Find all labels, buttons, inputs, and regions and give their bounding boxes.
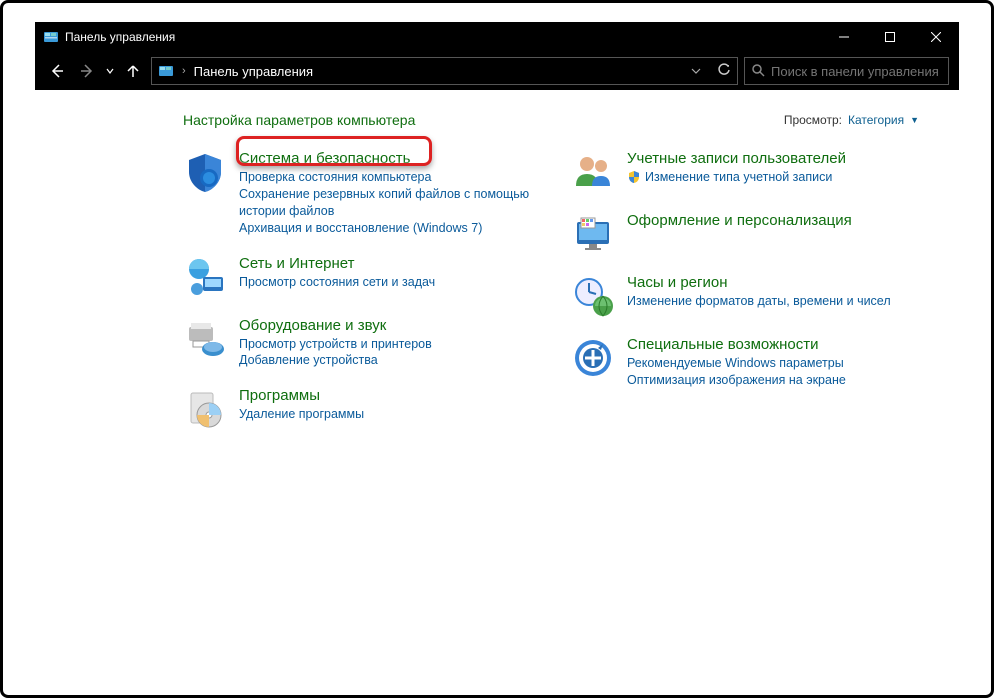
category-sublink[interactable]: Рекомендуемые Windows параметры xyxy=(627,355,846,372)
category-hardware: Оборудование и звук Просмотр устройств и… xyxy=(183,317,531,370)
category-sublink[interactable]: Добавление устройства xyxy=(239,352,432,369)
up-button[interactable] xyxy=(121,59,145,83)
category-sublink[interactable]: Проверка состояния компьютера xyxy=(239,169,531,186)
view-value[interactable]: Категория xyxy=(848,113,904,127)
control-panel-icon xyxy=(43,29,59,45)
history-dropdown[interactable] xyxy=(105,59,115,83)
search-bar[interactable] xyxy=(744,57,949,85)
view-by-selector[interactable]: Просмотр: Категория ▼ xyxy=(784,113,919,127)
category-title[interactable]: Программы xyxy=(239,387,364,404)
category-network: Сеть и Интернет Просмотр состояния сети … xyxy=(183,255,531,299)
category-user-accounts: Учетные записи пользователей Изменение т… xyxy=(571,150,919,194)
navigation-bar: › Панель управления xyxy=(35,52,959,90)
category-sublink[interactable]: Сохранение резервных копий файлов с помо… xyxy=(239,186,531,220)
users-icon xyxy=(571,150,615,194)
minimize-button[interactable] xyxy=(821,22,867,52)
uac-shield-icon xyxy=(627,170,641,184)
window-title: Панель управления xyxy=(65,30,821,44)
disc-box-icon xyxy=(183,387,227,431)
category-title[interactable]: Оформление и персонализация xyxy=(627,212,852,229)
control-panel-icon xyxy=(158,63,174,79)
close-button[interactable] xyxy=(913,22,959,52)
address-dropdown-icon[interactable] xyxy=(691,64,701,79)
category-title[interactable]: Система и безопасность xyxy=(239,150,531,167)
maximize-button[interactable] xyxy=(867,22,913,52)
printer-device-icon xyxy=(183,317,227,361)
category-programs: Программы Удаление программы xyxy=(183,387,531,431)
shield-icon xyxy=(183,150,227,194)
category-system-security: Система и безопасность Проверка состояни… xyxy=(183,150,531,237)
category-title[interactable]: Сеть и Интернет xyxy=(239,255,435,272)
category-title[interactable]: Учетные записи пользователей xyxy=(627,150,846,167)
back-button[interactable] xyxy=(45,59,69,83)
category-appearance: Оформление и персонализация xyxy=(571,212,919,256)
category-sublink[interactable]: Архивация и восстановление (Windows 7) xyxy=(239,220,531,237)
category-sublink[interactable]: Оптимизация изображения на экране xyxy=(627,372,846,389)
forward-button[interactable] xyxy=(75,59,99,83)
category-sublink[interactable]: Изменение форматов даты, времени и чисел xyxy=(627,293,891,310)
category-ease-of-access: Специальные возможности Рекомендуемые Wi… xyxy=(571,336,919,389)
search-input[interactable] xyxy=(771,64,942,79)
title-bar: Панель управления xyxy=(35,22,959,52)
search-icon xyxy=(751,63,765,80)
view-label: Просмотр: xyxy=(784,113,842,127)
ease-of-access-icon xyxy=(571,336,615,380)
breadcrumb[interactable]: Панель управления xyxy=(194,64,313,79)
address-bar[interactable]: › Панель управления xyxy=(151,57,738,85)
refresh-button[interactable] xyxy=(717,63,731,80)
category-sublink[interactable]: Изменение типа учетной записи xyxy=(645,169,832,186)
monitor-personalize-icon xyxy=(571,212,615,256)
globe-network-icon xyxy=(183,255,227,299)
category-sublink[interactable]: Просмотр состояния сети и задач xyxy=(239,274,435,291)
clock-globe-icon xyxy=(571,274,615,318)
chevron-down-icon: ▼ xyxy=(910,115,919,125)
category-title[interactable]: Специальные возможности xyxy=(627,336,846,353)
category-clock-region: Часы и регион Изменение форматов даты, в… xyxy=(571,274,919,318)
chevron-right-icon: › xyxy=(180,65,188,77)
category-title[interactable]: Оборудование и звук xyxy=(239,317,432,334)
page-heading: Настройка параметров компьютера xyxy=(183,112,784,128)
category-sublink[interactable]: Удаление программы xyxy=(239,406,364,423)
content-area: Настройка параметров компьютера Просмотр… xyxy=(35,90,959,676)
category-sublink[interactable]: Просмотр устройств и принтеров xyxy=(239,336,432,353)
category-title[interactable]: Часы и регион xyxy=(627,274,891,291)
